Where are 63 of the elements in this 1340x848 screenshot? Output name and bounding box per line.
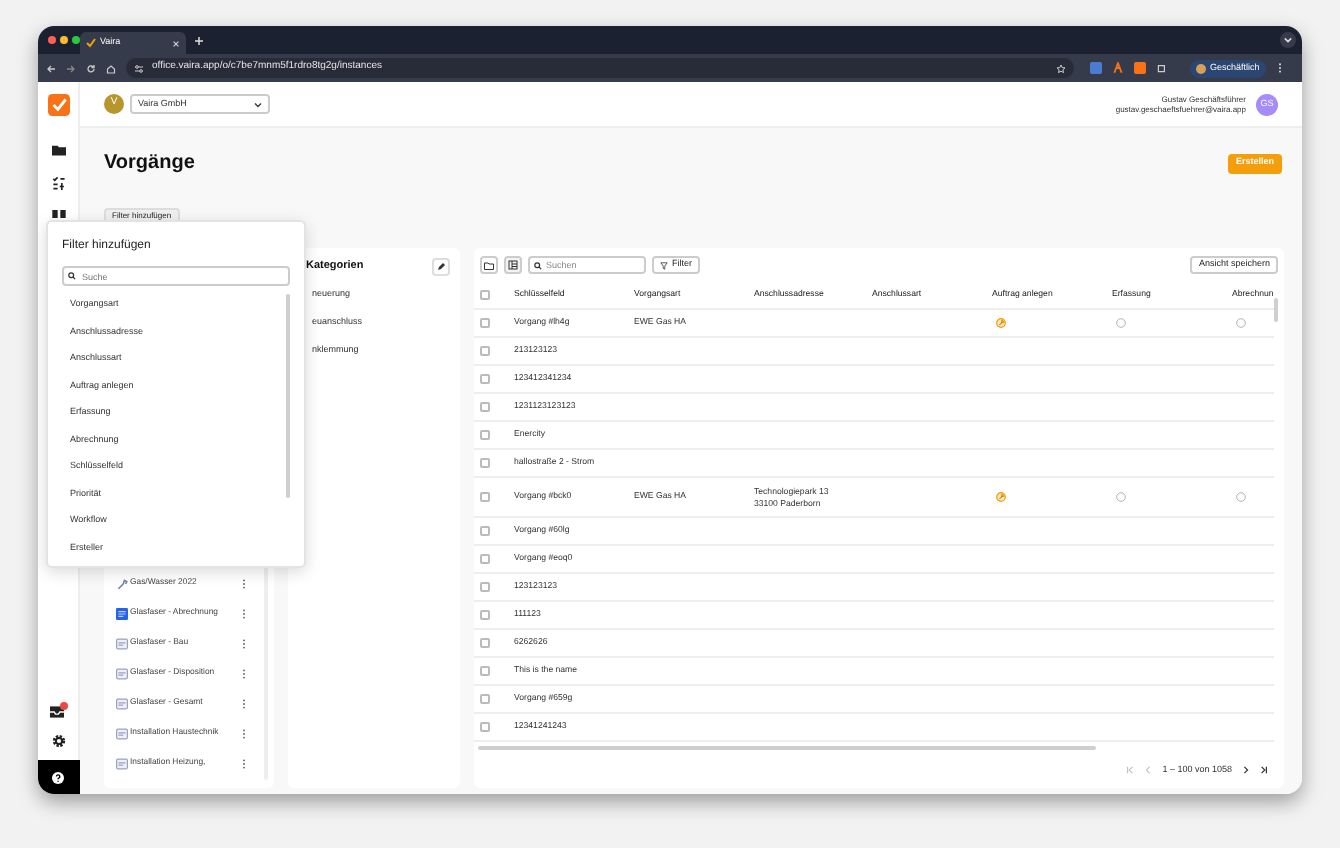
funnel-icon xyxy=(660,261,668,269)
site-info-icon[interactable] xyxy=(134,63,144,73)
close-window-icon[interactable] xyxy=(48,36,56,44)
document-icon xyxy=(116,667,128,679)
document-icon xyxy=(116,607,128,619)
checkbox[interactable] xyxy=(480,318,490,328)
popover-scrollbar[interactable] xyxy=(286,294,290,498)
search-icon xyxy=(534,261,542,269)
grid-icon[interactable] xyxy=(51,210,65,218)
back-icon[interactable] xyxy=(46,63,56,73)
checkbox[interactable] xyxy=(480,346,490,356)
close-icon[interactable] xyxy=(172,39,180,47)
extension-icon[interactable] xyxy=(1112,62,1124,74)
help-button[interactable] xyxy=(38,760,79,794)
pencil-icon xyxy=(436,262,446,272)
minimize-window-icon[interactable] xyxy=(60,36,68,44)
checkbox[interactable] xyxy=(480,694,490,704)
folder-icon[interactable] xyxy=(51,144,65,156)
reload-icon[interactable] xyxy=(86,63,96,73)
checkbox[interactable] xyxy=(480,492,490,502)
checkbox[interactable] xyxy=(480,666,490,676)
folder-icon xyxy=(484,261,494,269)
horizontal-scrollbar[interactable] xyxy=(478,746,1096,750)
document-icon xyxy=(116,637,128,649)
checkbox[interactable] xyxy=(480,290,490,300)
tasks-icon[interactable] xyxy=(51,176,65,190)
tab-list-icon[interactable] xyxy=(1280,32,1296,48)
wrench-icon xyxy=(116,577,128,589)
checkbox[interactable] xyxy=(480,610,490,620)
search-icon xyxy=(68,272,76,280)
checkbox[interactable] xyxy=(480,554,490,564)
checkmark-icon xyxy=(86,38,96,48)
checkbox[interactable] xyxy=(480,374,490,384)
page-title: Vorgänge xyxy=(104,150,195,178)
checkbox[interactable] xyxy=(480,430,490,440)
home-icon[interactable] xyxy=(106,63,116,73)
forward-icon[interactable] xyxy=(66,63,76,73)
extension-icon[interactable] xyxy=(1134,62,1146,74)
checkbox[interactable] xyxy=(480,722,490,732)
checkbox[interactable] xyxy=(480,638,490,648)
document-icon xyxy=(116,727,128,739)
edit-button[interactable] xyxy=(432,258,450,276)
vertical-scrollbar[interactable] xyxy=(1274,298,1278,322)
columns-icon xyxy=(508,260,518,270)
profile-avatar-icon xyxy=(1196,63,1206,73)
last-page-icon[interactable] xyxy=(1260,766,1268,774)
new-tab-icon[interactable] xyxy=(194,35,204,45)
checkbox[interactable] xyxy=(480,526,490,536)
folder-button[interactable] xyxy=(480,256,498,274)
checkbox[interactable] xyxy=(480,402,490,412)
bookmark-star-icon[interactable] xyxy=(1056,63,1066,73)
app-logo[interactable] xyxy=(47,94,69,116)
help-icon xyxy=(52,771,64,783)
chevron-down-icon xyxy=(254,101,262,107)
settings-icon[interactable] xyxy=(51,734,65,748)
columns-button[interactable] xyxy=(504,256,522,274)
document-icon xyxy=(116,757,128,769)
inbox-icon[interactable] xyxy=(49,702,67,718)
checkbox[interactable] xyxy=(480,458,490,468)
document-icon xyxy=(116,697,128,709)
maximize-window-icon[interactable] xyxy=(72,36,80,44)
next-page-icon[interactable] xyxy=(1242,766,1250,774)
checkbox[interactable] xyxy=(480,582,490,592)
